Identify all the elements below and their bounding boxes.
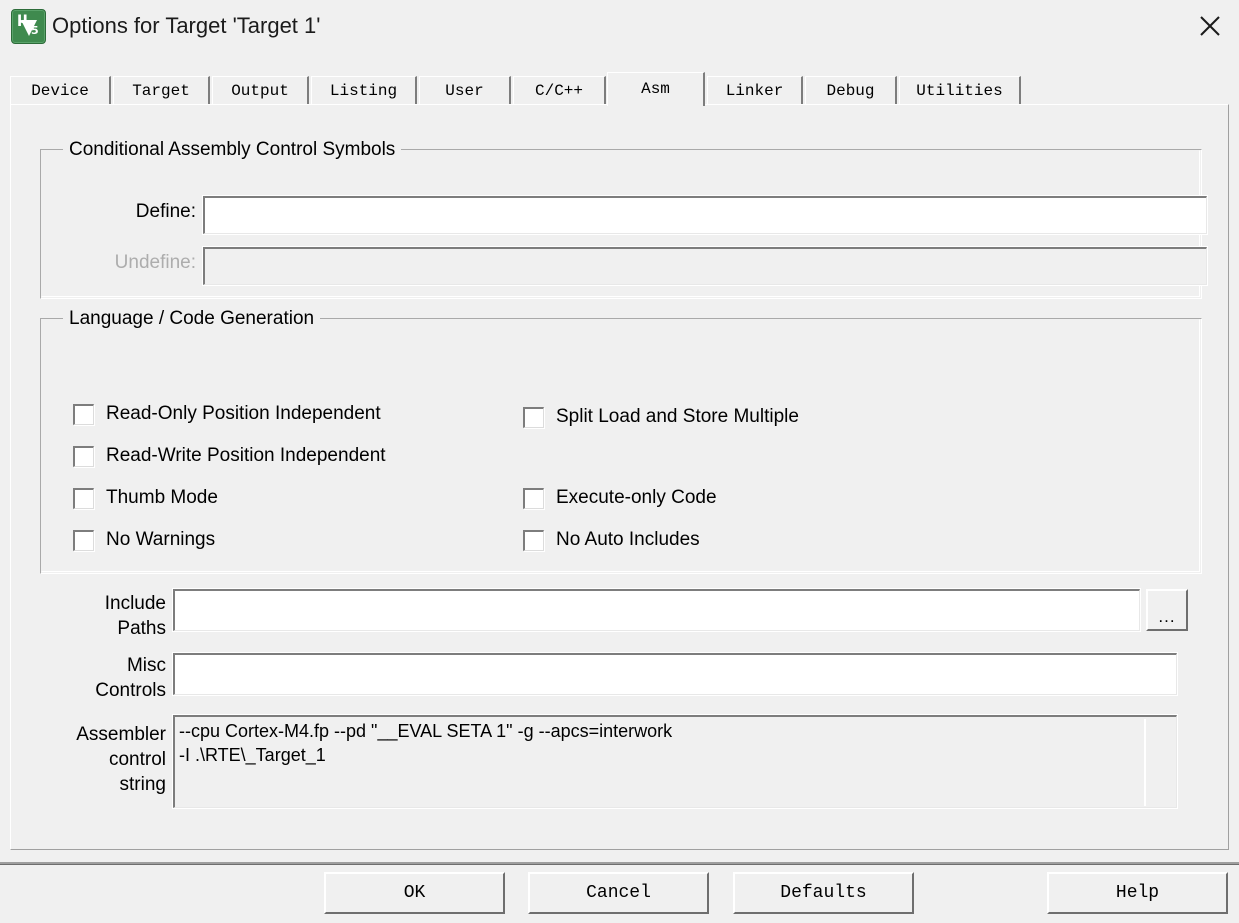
checkbox-box-icon[interactable] xyxy=(523,530,544,551)
tab-debug[interactable]: Debug xyxy=(805,76,897,104)
include-paths-input[interactable] xyxy=(175,591,1139,630)
define-field[interactable] xyxy=(202,195,1208,235)
checkbox-label: Execute-only Code xyxy=(556,487,717,508)
cancel-button[interactable]: Cancel xyxy=(528,872,709,914)
checkbox-label: No Auto Includes xyxy=(556,529,700,550)
misc-controls-label-line1: Misc xyxy=(126,655,166,676)
tab-user[interactable]: User xyxy=(419,76,511,104)
control-string-divider xyxy=(1144,719,1146,806)
logo-5-glyph: 5 xyxy=(31,24,39,37)
undefine-label: Undefine: xyxy=(114,252,196,273)
include-paths-label-line1: Include xyxy=(104,593,166,614)
browse-include-paths-button[interactable]: ... xyxy=(1146,589,1188,631)
language-code-generation-group-title: Language / Code Generation xyxy=(63,308,321,330)
window-title: Options for Target 'Target 1' xyxy=(52,13,321,38)
browse-ellipsis-label: ... xyxy=(1158,607,1176,626)
assembler-control-string-label-line3: string xyxy=(119,774,166,795)
tab-listing[interactable]: Listing xyxy=(311,76,417,104)
tab-target[interactable]: Target xyxy=(113,76,210,104)
title-bar: µ 5 Options for Target 'Target 1' xyxy=(0,0,1239,52)
assembler-control-string-field[interactable]: --cpu Cortex-M4.fp --pd "__EVAL SETA 1" … xyxy=(172,714,1178,809)
checkbox-box-icon[interactable] xyxy=(73,488,94,509)
uvision5-logo-icon: µ 5 xyxy=(11,9,46,44)
asm-tab-panel: Conditional Assembly Control Symbols Def… xyxy=(10,104,1229,850)
tab-linker[interactable]: Linker xyxy=(707,76,803,104)
checkbox-box-icon[interactable] xyxy=(523,407,544,428)
define-input[interactable] xyxy=(205,198,1206,233)
assembler-control-string-label-line2: control xyxy=(108,749,166,770)
checkbox-label: Read-Only Position Independent xyxy=(106,403,381,424)
tab-utilities[interactable]: Utilities xyxy=(899,76,1021,104)
defaults-button[interactable]: Defaults xyxy=(733,872,914,914)
assembler-control-string-textarea[interactable]: --cpu Cortex-M4.fp --pd "__EVAL SETA 1" … xyxy=(175,717,1176,807)
misc-controls-input[interactable] xyxy=(175,655,1176,694)
tab-c-cpp[interactable]: C/C++ xyxy=(513,76,606,104)
ok-button[interactable]: OK xyxy=(324,872,505,914)
misc-controls-label-line2: Controls xyxy=(95,680,166,701)
tab-device[interactable]: Device xyxy=(10,76,111,104)
checkbox-box-icon[interactable] xyxy=(73,530,94,551)
checkbox-box-icon[interactable] xyxy=(523,488,544,509)
tab-output[interactable]: Output xyxy=(212,76,309,104)
checkbox-box-icon[interactable] xyxy=(73,404,94,425)
checkbox-label: Thumb Mode xyxy=(106,487,218,508)
tab-strip: Device Target Output Listing User C/C++ … xyxy=(10,72,1229,106)
undefine-input xyxy=(205,249,1206,284)
footer-separator xyxy=(0,862,1239,865)
checkbox-label: Read-Write Position Independent xyxy=(106,445,386,466)
conditional-assembly-group: Conditional Assembly Control Symbols Def… xyxy=(40,139,1208,299)
close-icon[interactable] xyxy=(1181,0,1239,52)
help-button[interactable]: Help xyxy=(1047,872,1228,914)
undefine-field xyxy=(202,246,1208,286)
include-paths-label-line2: Paths xyxy=(117,618,166,639)
tab-asm[interactable]: Asm xyxy=(607,72,705,106)
misc-controls-field[interactable] xyxy=(172,652,1178,696)
include-paths-field[interactable] xyxy=(172,588,1141,632)
conditional-assembly-group-title: Conditional Assembly Control Symbols xyxy=(63,139,402,161)
language-code-generation-group: Language / Code Generation Read-Only Pos… xyxy=(40,308,1202,574)
assembler-control-string-label-line1: Assembler xyxy=(76,724,166,745)
checkbox-label: No Warnings xyxy=(106,529,216,550)
checkbox-box-icon[interactable] xyxy=(73,446,94,467)
define-label: Define: xyxy=(135,201,196,222)
checkbox-label: Split Load and Store Multiple xyxy=(556,406,799,427)
